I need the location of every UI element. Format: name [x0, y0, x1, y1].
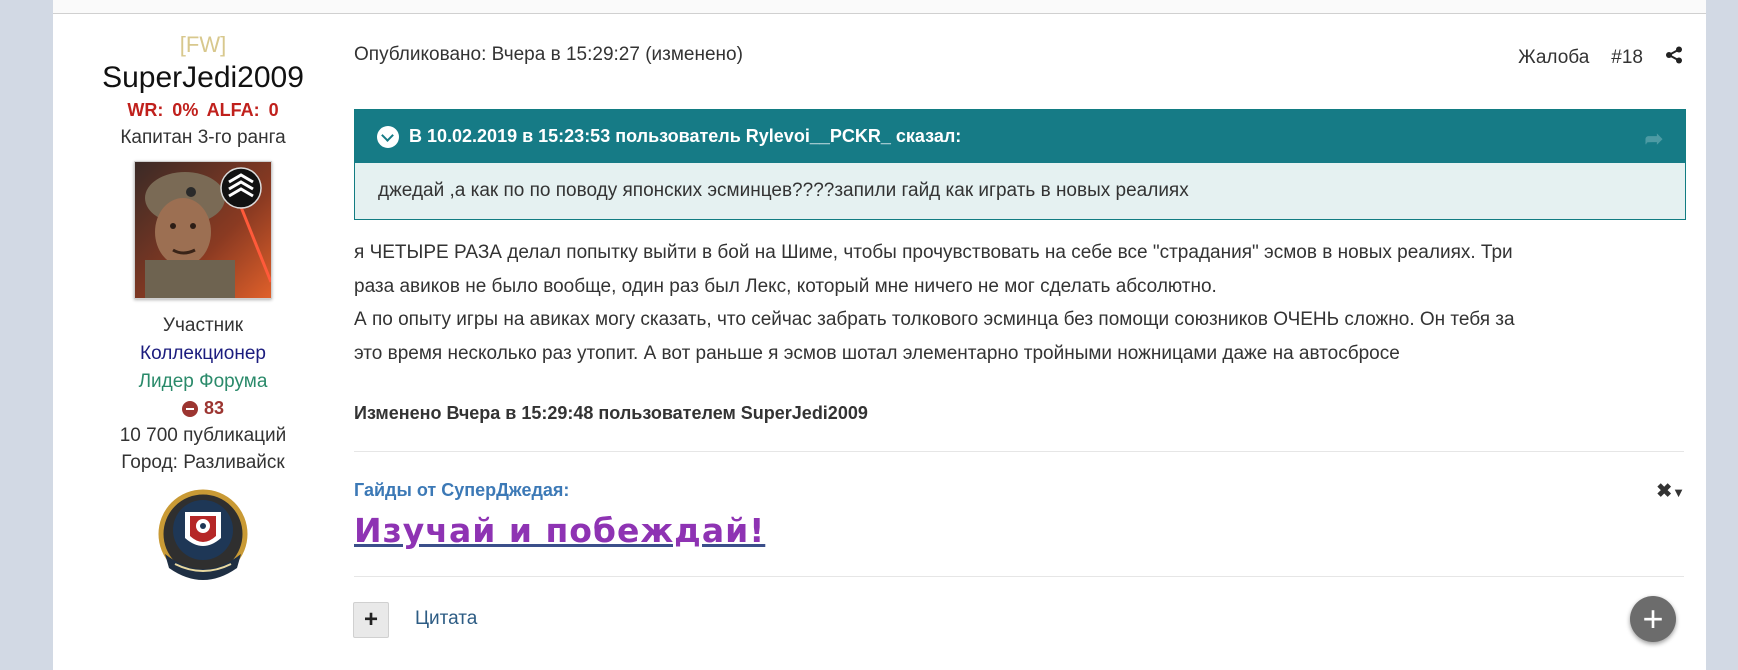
post-body-line: я ЧЕТЫРЕ РАЗА делал попытку выйти в бой … — [354, 242, 1513, 263]
report-link[interactable]: Жалоба — [1518, 47, 1589, 69]
quote-header[interactable]: В 10.02.2019 в 15:23:53 пользователь Ryl… — [355, 110, 1685, 163]
post-body: я ЧЕТЫРЕ РАЗА делал попытку выйти в бой … — [354, 236, 1684, 370]
player-rank: Капитан 3-го ранга — [120, 127, 286, 148]
share-icon[interactable] — [1665, 46, 1683, 70]
divider — [354, 576, 1684, 577]
signature-controls[interactable]: ✖▼ — [1656, 480, 1685, 503]
quote-jump-icon[interactable]: ➦ — [1645, 126, 1663, 152]
city: Город: Разливайск — [121, 452, 285, 473]
rank-insignia-icon — [220, 167, 262, 209]
post-count: 10 700 публикаций — [119, 425, 287, 446]
chevron-down-icon[interactable]: ▼ — [1672, 485, 1685, 500]
quote-button[interactable]: Цитата — [415, 608, 477, 630]
author-panel: [FW] SuperJedi2009 WR: 0% ALFA: 0 Капита… — [72, 34, 334, 588]
player-stats: WR: 0% ALFA: 0 — [127, 100, 279, 120]
quote-block: В 10.02.2019 в 15:23:53 пользователь Ryl… — [354, 109, 1686, 220]
signature-title: Гайды от СуперДжедая: — [354, 480, 570, 500]
post-body-line: это время несколько раз утопит. А вот ра… — [354, 342, 1400, 364]
quote-citation: В 10.02.2019 в 15:23:53 пользователь Ryl… — [409, 126, 962, 146]
edited-note: Изменено Вчера в 15:29:48 пользователем … — [354, 403, 868, 423]
user-group: Участник — [162, 315, 244, 336]
chevron-down-icon[interactable] — [377, 125, 399, 148]
plus-icon: + — [1642, 598, 1664, 639]
post-date: Опубликовано: Вчера в 15:29:27 (изменено… — [354, 44, 743, 65]
post-number-link[interactable]: #18 — [1611, 47, 1643, 69]
post-actions: Жалоба #18 — [1496, 46, 1683, 70]
top-strip — [53, 0, 1706, 14]
username[interactable]: SuperJedi2009 — [72, 60, 334, 96]
plus-icon: + — [363, 606, 378, 633]
quote-body: джедай ,а как по по поводу японских эсми… — [355, 163, 1685, 219]
post-body-line: А по опыту игры на авиках могу сказать, … — [354, 309, 1515, 330]
reputation-value: 83 — [203, 398, 225, 418]
post-body-line: раза авиков не было вообще, один раз был… — [354, 275, 1217, 297]
divider — [354, 451, 1684, 452]
avatar[interactable] — [134, 161, 272, 299]
multiquote-button[interactable]: + — [353, 602, 389, 638]
minus-circle-icon — [181, 400, 198, 417]
reputation: 83 — [72, 398, 334, 419]
close-icon[interactable]: ✖ — [1656, 481, 1672, 502]
contributor-badge-icon — [155, 488, 251, 588]
add-reaction-button[interactable]: + — [1630, 596, 1676, 642]
clan-tag[interactable]: [FW] — [72, 34, 334, 56]
signature-link[interactable]: Изучай и побеждай! — [354, 511, 765, 550]
collector-title: Коллекционер — [140, 343, 266, 364]
leader-title: Лидер Форума — [138, 371, 268, 392]
